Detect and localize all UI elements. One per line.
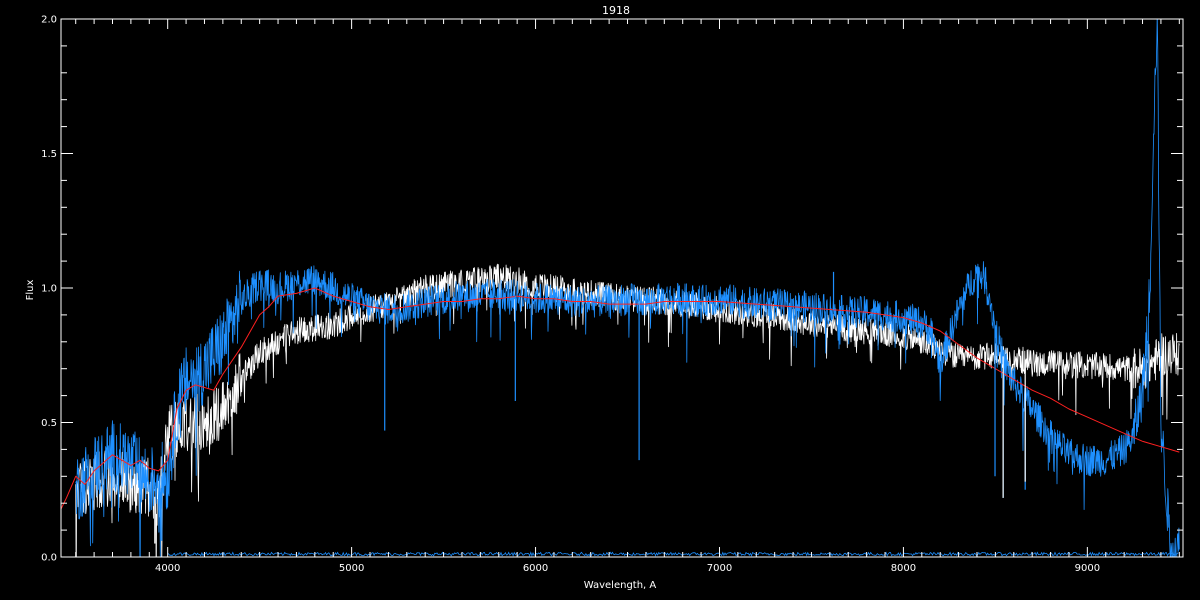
x-tick-label: 7000 [707, 563, 732, 574]
x-tick-label: 4000 [155, 563, 180, 574]
spectrum-chart: 1918 Wavelength, A Flux 4000 5000 6000 7000… [0, 0, 1200, 600]
chart-background [0, 0, 1200, 600]
y-tick-label: 0.5 [41, 418, 57, 429]
x-tick-label: 6000 [523, 563, 548, 574]
y-axis-label: Flux [25, 280, 36, 301]
x-tick-label: 8000 [891, 563, 916, 574]
y-tick-label: 1.0 [41, 284, 57, 295]
x-tick-label: 5000 [339, 563, 364, 574]
y-tick-label: 0.0 [41, 553, 57, 564]
chart-title: 1918 [602, 4, 630, 17]
y-tick-label: 2.0 [41, 15, 57, 26]
x-axis-label: Wavelength, A [584, 580, 657, 591]
x-tick-label: 9000 [1075, 563, 1100, 574]
y-tick-label: 1.5 [41, 149, 57, 160]
